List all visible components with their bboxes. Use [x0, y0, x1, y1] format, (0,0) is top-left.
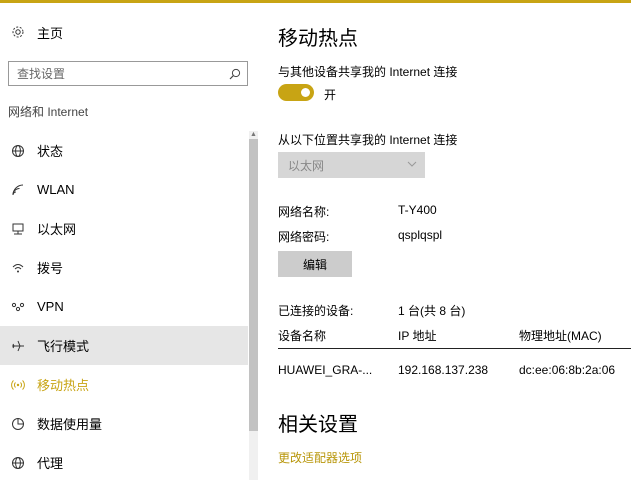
sidebar-item-label: WLAN — [37, 182, 75, 197]
table-cell-device-name: HUAWEI_GRA-... — [278, 363, 373, 377]
table-header-device-name: 设备名称 — [278, 329, 327, 343]
search-icon[interactable] — [229, 67, 241, 85]
sidebar-item-mobile-hotspot[interactable]: 移动热点 — [0, 365, 248, 404]
sidebar: 主页 网络和 Internet 状态 WLAN 以太网 拨号 — [0, 3, 262, 480]
globe-icon — [10, 143, 26, 159]
ethernet-icon — [10, 221, 26, 237]
data-usage-icon — [10, 416, 26, 432]
sidebar-item-vpn[interactable]: VPN — [0, 287, 248, 326]
sidebar-item-home[interactable]: 主页 — [0, 14, 248, 50]
vpn-icon — [10, 299, 26, 315]
table-header-ip: IP 地址 — [398, 329, 437, 343]
related-settings-title: 相关设置 — [278, 414, 358, 436]
sidebar-item-label: VPN — [37, 299, 64, 314]
network-name-label: 网络名称: — [278, 205, 330, 219]
sidebar-item-label: 数据使用量 — [37, 417, 103, 432]
network-password-label: 网络密码: — [278, 230, 330, 244]
sidebar-item-label: 移动热点 — [37, 378, 90, 393]
sidebar-item-label: 状态 — [37, 144, 64, 159]
network-password-value: qsplqspl — [398, 228, 443, 242]
main-content: 移动热点 与其他设备共享我的 Internet 连接 开 从以下位置共享我的 I… — [262, 3, 631, 480]
share-from-label: 从以下位置共享我的 Internet 连接 — [278, 133, 458, 147]
section-title: 网络和 Internet — [8, 105, 89, 119]
sidebar-item-label: 主页 — [37, 25, 64, 41]
sidebar-scrollbar[interactable]: ▲ — [249, 131, 258, 480]
airplane-icon — [10, 338, 26, 354]
scrollbar-thumb[interactable] — [249, 139, 258, 431]
toggle-knob — [301, 88, 310, 97]
sidebar-item-status[interactable]: 状态 — [0, 131, 248, 170]
page-title: 移动热点 — [278, 28, 358, 50]
search-box[interactable] — [8, 61, 248, 86]
edit-button[interactable]: 编辑 — [278, 251, 352, 277]
sidebar-item-label: 以太网 — [37, 222, 77, 237]
connected-devices-count: 1 台(共 8 台) — [398, 304, 466, 318]
hotspot-toggle[interactable] — [278, 84, 314, 101]
share-from-dropdown[interactable]: 以太网 — [278, 152, 425, 178]
wifi-icon — [10, 182, 26, 198]
sidebar-item-data-usage[interactable]: 数据使用量 — [0, 404, 248, 443]
table-cell-mac: dc:ee:06:8b:2a:06 — [519, 363, 616, 377]
table-cell-ip: 192.168.137.238 — [398, 363, 489, 377]
dropdown-value: 以太网 — [288, 158, 325, 173]
change-adapter-options-link[interactable]: 更改适配器选项 — [278, 449, 362, 466]
globe-icon — [10, 455, 26, 471]
sidebar-item-label: 拨号 — [37, 261, 64, 276]
connected-devices-label: 已连接的设备: — [278, 304, 354, 318]
sidebar-item-label: 飞行模式 — [37, 339, 90, 354]
toggle-state-label: 开 — [324, 88, 337, 102]
sidebar-item-ethernet[interactable]: 以太网 — [0, 209, 248, 248]
share-label: 与其他设备共享我的 Internet 连接 — [278, 65, 458, 79]
sidebar-item-dialup[interactable]: 拨号 — [0, 248, 248, 287]
gear-icon — [10, 24, 26, 40]
chevron-down-icon — [406, 158, 418, 173]
sidebar-item-wlan[interactable]: WLAN — [0, 170, 248, 209]
table-divider — [278, 348, 631, 349]
search-input[interactable] — [9, 66, 214, 81]
dialup-icon — [10, 260, 26, 276]
table-header-mac: 物理地址(MAC) — [519, 329, 602, 343]
sidebar-item-label: 代理 — [37, 456, 64, 471]
scroll-up-icon[interactable]: ▲ — [250, 131, 257, 138]
network-name-value: T-Y400 — [398, 203, 437, 217]
sidebar-item-proxy[interactable]: 代理 — [0, 443, 248, 480]
sidebar-item-airplane-mode[interactable]: 飞行模式 — [0, 326, 248, 365]
hotspot-icon — [10, 377, 26, 393]
